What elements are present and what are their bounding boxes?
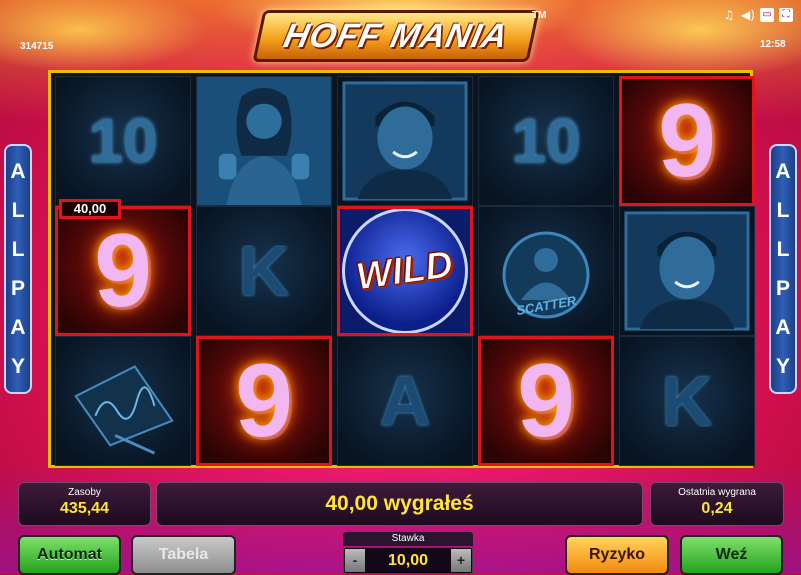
music-icon[interactable]: ♫ xyxy=(722,8,736,22)
clock: 12:58 xyxy=(760,39,786,50)
man-portrait-icon xyxy=(624,211,750,331)
balance-value: 435,44 xyxy=(60,500,109,517)
last-win-panel: Ostatnia wygrana 0,24 xyxy=(650,482,784,526)
reel-cell-a: A xyxy=(337,336,473,466)
allpay-banner-left: A L L P A Y xyxy=(4,144,32,394)
window-icon[interactable]: ▭ xyxy=(760,8,774,22)
win-message-panel: 40,00 wygrałeś xyxy=(156,482,643,526)
reel-cell-nine-win: 9 xyxy=(196,336,332,466)
gamble-button[interactable]: Ryzyko xyxy=(565,535,669,575)
game-logo: HOFF MANIA xyxy=(252,10,540,62)
symbol-nine: 9 xyxy=(94,212,152,329)
symbol-k: K xyxy=(661,362,713,440)
session-id: 314715 xyxy=(20,41,54,52)
symbol-nine: 9 xyxy=(517,342,575,459)
reel-cell-man xyxy=(337,76,473,206)
symbol-a: A xyxy=(379,362,431,440)
man-portrait-icon xyxy=(342,81,468,201)
stake-decrease-button[interactable]: - xyxy=(345,549,365,572)
balance-panel: Zasoby 435,44 xyxy=(18,482,151,526)
collect-button[interactable]: Weź xyxy=(680,535,783,575)
line-win-amount: 40,00 xyxy=(59,199,121,219)
symbol-nine: 9 xyxy=(235,342,293,459)
allpay-banner-right: A L L P A Y xyxy=(769,144,797,394)
autoplay-button[interactable]: Automat xyxy=(18,535,121,575)
reel-cell-ten: 10 xyxy=(55,76,191,206)
paytable-button[interactable]: Tabela xyxy=(131,535,236,575)
wild-badge: WILD xyxy=(342,209,468,333)
last-win-label: Ostatnia wygrana xyxy=(678,487,756,498)
win-message: 40,00 wygrałeś xyxy=(325,492,474,515)
reel-cell-k: K xyxy=(619,336,755,466)
fullscreen-icon[interactable]: ⛶ xyxy=(779,8,793,22)
reel-cell-ten: 10 xyxy=(478,76,614,206)
sound-icon[interactable]: ◀) xyxy=(741,8,755,22)
reel-cell-nine-win: 9 xyxy=(478,336,614,466)
stake-selector: - 10,00 + xyxy=(343,547,473,574)
woman-portrait-icon xyxy=(197,77,331,205)
stake-increase-button[interactable]: + xyxy=(450,549,471,572)
reel-cell-man xyxy=(619,206,755,336)
reel-cell-nine-win: 9 xyxy=(55,206,191,336)
reel-cell-nine-win: 9 xyxy=(619,76,755,206)
symbol-ten: 10 xyxy=(88,106,158,176)
reel-cell-k: K xyxy=(196,206,332,336)
stake-label: Stawka xyxy=(343,532,473,546)
reel-cell-woman xyxy=(196,76,332,206)
balance-label: Zasoby xyxy=(68,487,101,498)
reel-grid: 10 9 K 9 WILD A 10 SCATTER 9 9 K xyxy=(48,70,755,468)
symbol-nine: 9 xyxy=(658,82,716,199)
symbol-ten: 10 xyxy=(511,106,581,176)
symbol-wild: WILD xyxy=(353,242,456,299)
last-win-value: 0,24 xyxy=(701,500,733,517)
reel-cell-autograph xyxy=(55,336,191,466)
reel-cell-scatter: SCATTER xyxy=(478,206,614,336)
reel-cell-wild-win: WILD xyxy=(337,206,473,336)
trademark-mark: TM xyxy=(532,10,547,21)
stake-value: 10,00 xyxy=(387,551,429,569)
symbol-k: K xyxy=(238,232,290,310)
top-icon-bar: ♫ ◀) ▭ ⛶ xyxy=(722,8,793,22)
autograph-photo-icon xyxy=(74,365,174,455)
